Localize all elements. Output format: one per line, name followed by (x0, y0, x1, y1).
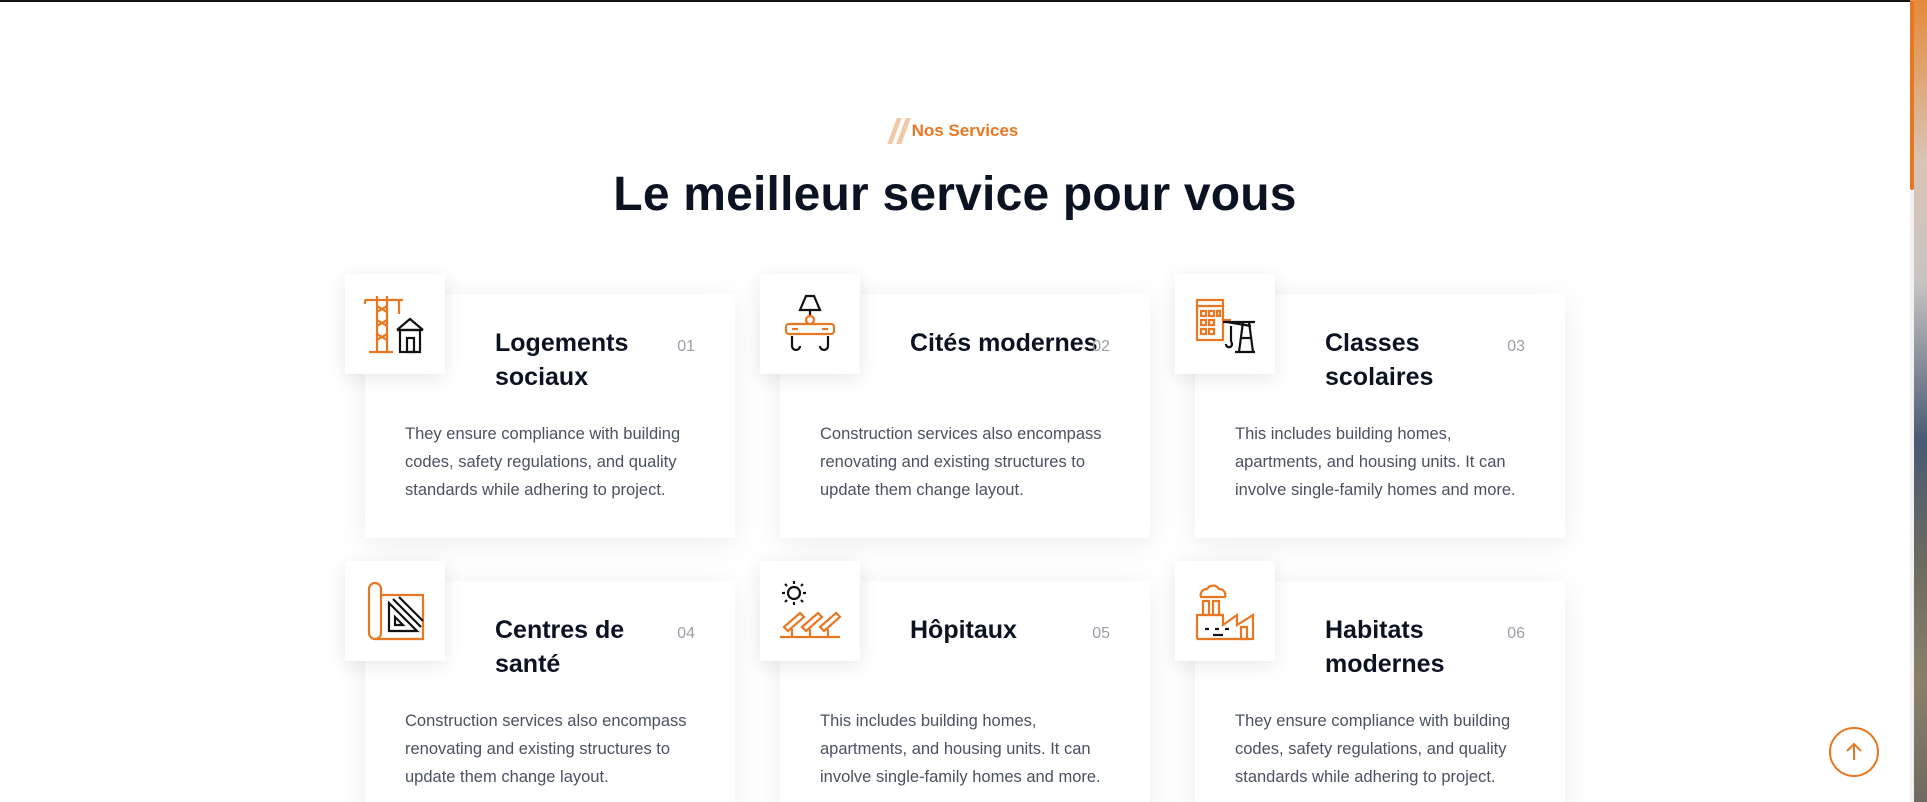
service-card-2[interactable]: Cités modernes 02 Construction services … (760, 274, 1150, 538)
service-title[interactable]: Cités modernes (910, 326, 1100, 360)
service-description: They ensure compliance with building cod… (1235, 712, 1511, 786)
section-header: Nos Services Le meilleur service pour vo… (0, 118, 1910, 222)
service-title[interactable]: Classes scolaires (1325, 326, 1495, 394)
service-number: 02 (1092, 338, 1110, 355)
building-crane-icon (1175, 274, 1275, 374)
section-title: Le meilleur service pour vous (613, 168, 1297, 221)
double-slash-icon (886, 118, 911, 144)
service-card-5[interactable]: Hôpitaux 05 This includes building homes… (760, 561, 1150, 802)
blueprint-icon (345, 561, 445, 661)
service-description: Construction services also encompass ren… (405, 712, 687, 786)
crane-house-icon (345, 274, 445, 374)
service-card-6[interactable]: Habitats modernes 06 They ensure complia… (1175, 561, 1565, 802)
section-subtitle-label: Nos Services (911, 121, 1019, 140)
service-card-3[interactable]: Classes scolaires 03 This includes build… (1175, 274, 1565, 538)
service-number: 03 (1507, 338, 1525, 355)
service-title[interactable]: Habitats modernes (1325, 613, 1495, 681)
service-description: This includes building homes, apartments… (1235, 425, 1516, 499)
solar-panels-icon (760, 561, 860, 661)
service-card-1[interactable]: Logements sociaux 01 They ensure complia… (345, 274, 735, 538)
service-description: Construction services also encompass ren… (820, 425, 1102, 499)
service-number: 01 (677, 338, 695, 355)
service-number: 06 (1507, 625, 1525, 642)
factory-icon (1175, 561, 1275, 661)
service-number: 04 (677, 625, 695, 642)
lamp-platform-icon (760, 274, 860, 374)
service-number: 05 (1092, 625, 1110, 642)
arrow-up-icon (1846, 742, 1862, 760)
section-subtitle: Nos Services (886, 118, 1019, 144)
service-description: This includes building homes, apartments… (820, 712, 1101, 786)
service-title[interactable]: Hôpitaux (910, 613, 1080, 647)
service-card-4[interactable]: Centres de santé 04 Construction service… (345, 561, 735, 802)
service-title[interactable]: Logements sociaux (495, 326, 665, 394)
top-border (0, 0, 1912, 2)
back-to-top-button[interactable] (1829, 727, 1879, 777)
service-title[interactable]: Centres de santé (495, 613, 665, 681)
side-background-image (1914, 0, 1927, 802)
service-description: They ensure compliance with building cod… (405, 425, 681, 499)
